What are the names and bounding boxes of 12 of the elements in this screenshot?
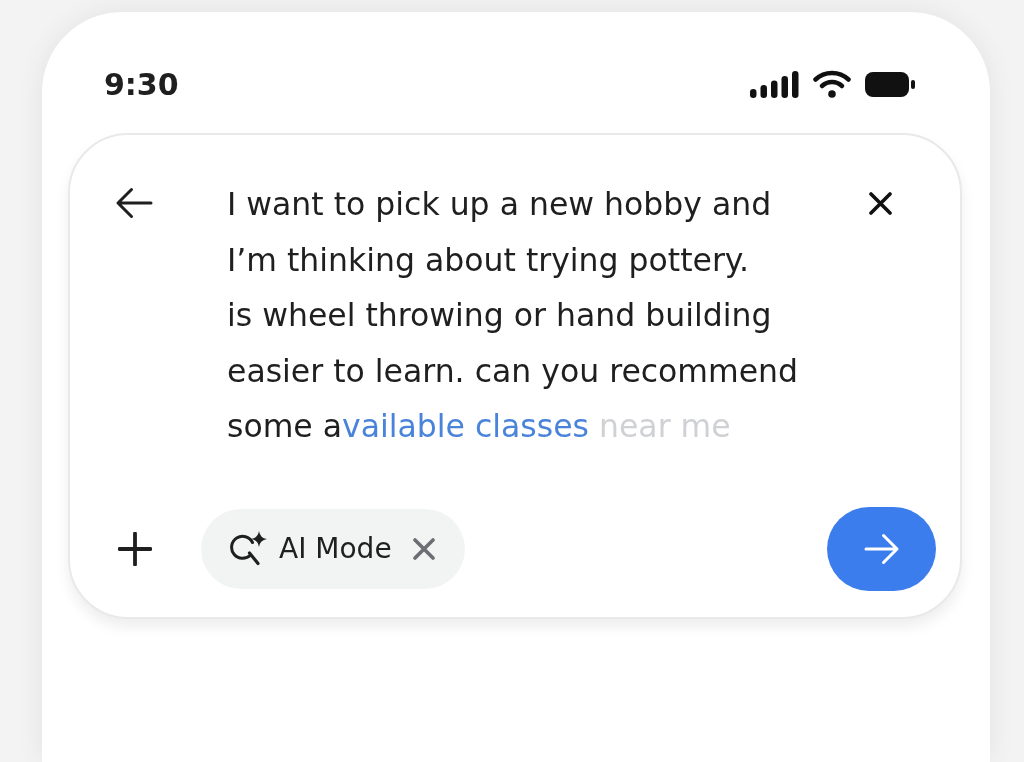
- close-icon: [868, 191, 892, 215]
- signal-icon: [750, 70, 799, 98]
- plus-icon: [118, 531, 152, 566]
- search-sparkle-icon: [230, 530, 268, 567]
- remove-mode-button[interactable]: [412, 537, 435, 560]
- arrow-right-icon: [863, 532, 900, 565]
- close-icon: [412, 537, 435, 560]
- ai-mode-chip[interactable]: AI Mode: [201, 508, 465, 589]
- wifi-icon: [813, 70, 851, 98]
- battery-icon: [865, 71, 915, 97]
- status-time: 9:30: [104, 66, 179, 102]
- back-arrow-icon: [115, 187, 153, 219]
